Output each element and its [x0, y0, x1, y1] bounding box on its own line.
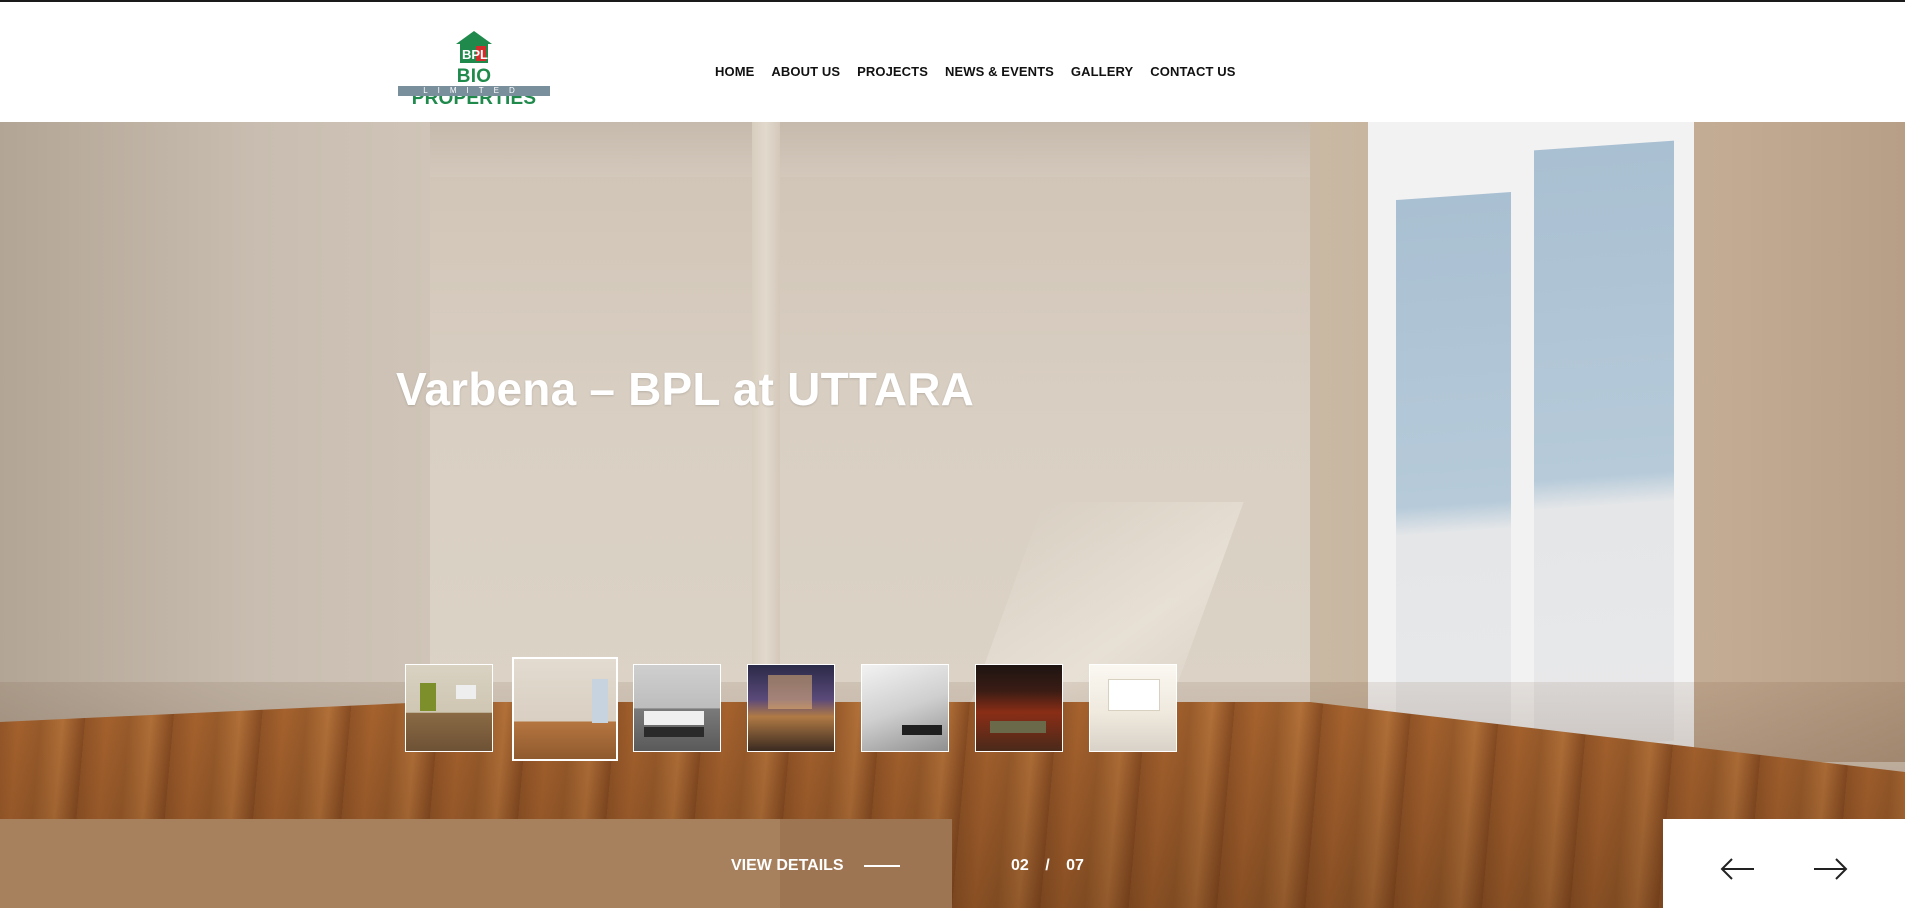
view-details-button[interactable]: VIEW DETAILS — [731, 857, 900, 875]
house-logo-icon: BPL — [456, 31, 492, 63]
total-slides: 07 — [1066, 857, 1084, 874]
prev-slide-button[interactable] — [1720, 857, 1756, 881]
thumbnail-2-active[interactable] — [512, 657, 618, 761]
site-logo[interactable]: BPL BIO PROPERTIES LIMITED — [396, 30, 552, 109]
nav-news-events[interactable]: NEWS & EVENTS — [945, 64, 1054, 79]
slide-title: Varbena – BPL at UTTARA — [396, 363, 975, 415]
thumbnail-7[interactable] — [1089, 664, 1177, 752]
thumbnail-1[interactable] — [405, 664, 493, 752]
main-nav: HOME ABOUT US PROJECTS NEWS & EVENTS GAL… — [715, 64, 1253, 79]
thumbnail-4[interactable] — [747, 664, 835, 752]
next-slide-button[interactable] — [1812, 857, 1848, 881]
slide-counter: 02 / 07 — [1011, 857, 1084, 875]
nav-home[interactable]: HOME — [715, 64, 754, 79]
nav-projects[interactable]: PROJECTS — [857, 64, 928, 79]
nav-about-us[interactable]: ABOUT US — [771, 64, 840, 79]
nav-contact-us[interactable]: CONTACT US — [1150, 64, 1235, 79]
line-arrow-icon — [863, 865, 900, 867]
thumbnail-3[interactable] — [633, 664, 721, 752]
site-header: BPL BIO PROPERTIES LIMITED HOME ABOUT US… — [0, 2, 1905, 122]
hero-slider: Varbena – BPL at UTTARA VIEW DETAILS 02 … — [0, 122, 1905, 908]
nav-gallery[interactable]: GALLERY — [1071, 64, 1133, 79]
view-details-label: VIEW DETAILS — [731, 857, 844, 874]
logo-subtitle: LIMITED — [398, 86, 550, 96]
thumbnail-6[interactable] — [975, 664, 1063, 752]
slider-arrows — [1663, 819, 1905, 908]
thumbnail-5[interactable] — [861, 664, 949, 752]
arrow-left-icon — [1720, 858, 1754, 880]
slider-bottom-bar: VIEW DETAILS 02 / 07 — [0, 819, 1084, 908]
arrow-right-icon — [1814, 858, 1848, 880]
counter-separator: / — [1045, 857, 1050, 874]
logo-mark: BPL — [462, 47, 488, 62]
current-slide: 02 — [1011, 857, 1029, 874]
